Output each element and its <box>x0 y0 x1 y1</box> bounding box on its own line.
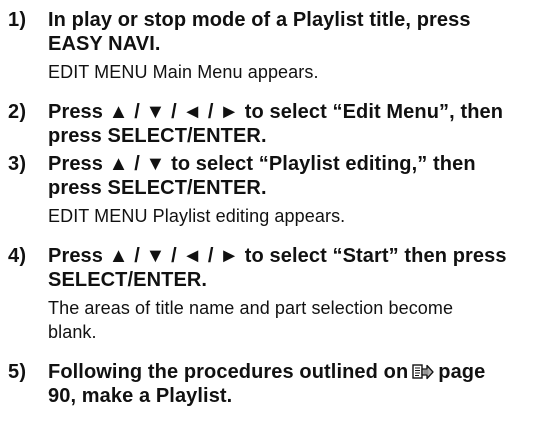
step-number: 5) <box>8 361 27 383</box>
step-number: 1) <box>8 9 27 31</box>
step-result: EDIT MENU Main Menu appears. <box>48 62 319 82</box>
step-number: 2) <box>8 101 27 123</box>
page-reference-icon <box>412 363 434 381</box>
step-content: Press ▲ / ▼ / ◄ / ► to select “Edit Menu… <box>48 100 544 148</box>
step-instruction: In play or stop mode of a Playlist title… <box>48 9 471 55</box>
step-number: 3) <box>8 153 27 175</box>
step-instruction: Press ▲ / ▼ to select “Playlist editing,… <box>48 153 476 199</box>
step-result: The areas of title name and part selecti… <box>48 298 454 342</box>
step-3: 3) Press ▲ / ▼ to select “Playlist editi… <box>8 152 544 228</box>
step-4: 4) Press ▲ / ▼ / ◄ / ► to select “Start”… <box>8 244 544 344</box>
step-result: EDIT MENU Playlist editing appears. <box>48 206 346 226</box>
step-instruction-before: Following the procedures outlined on <box>48 361 409 383</box>
step-1: 1) In play or stop mode of a Playlist ti… <box>8 8 544 84</box>
step-5: 5) Following the procedures outlined on p… <box>8 360 544 408</box>
step-2: 2) Press ▲ / ▼ / ◄ / ► to select “Edit M… <box>8 100 544 148</box>
step-content: In play or stop mode of a Playlist title… <box>48 8 544 84</box>
step-number: 4) <box>8 245 27 267</box>
step-instruction: Press ▲ / ▼ / ◄ / ► to select “Start” th… <box>48 245 507 291</box>
step-content: Press ▲ / ▼ / ◄ / ► to select “Start” th… <box>48 244 544 344</box>
step-instruction: Following the procedures outlined on page… <box>48 360 544 408</box>
step-instruction: Press ▲ / ▼ / ◄ / ► to select “Edit Menu… <box>48 101 504 147</box>
step-content: Following the procedures outlined on page… <box>48 360 544 408</box>
instruction-page: 1) In play or stop mode of a Playlist ti… <box>0 0 544 440</box>
step-content: Press ▲ / ▼ to select “Playlist editing,… <box>48 152 544 228</box>
